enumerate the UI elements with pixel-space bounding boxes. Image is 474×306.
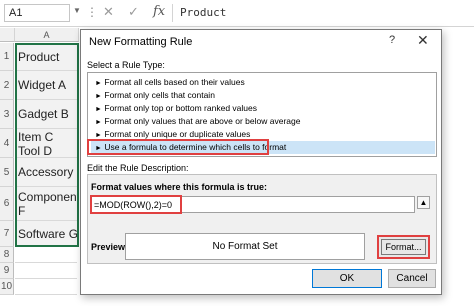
column-header-a[interactable]: A bbox=[15, 28, 79, 42]
formula-input[interactable]: =MOD(ROW(),2)=0 bbox=[90, 195, 182, 214]
select-all-corner[interactable] bbox=[0, 28, 15, 42]
preview-label: Preview: bbox=[91, 242, 129, 252]
collapse-dialog-icon[interactable]: ▲ bbox=[417, 196, 430, 209]
row-header[interactable]: 4 bbox=[0, 129, 14, 158]
rule-type-label: Format all cells based on their values bbox=[104, 77, 245, 87]
row-header[interactable]: 6 bbox=[0, 187, 14, 221]
rule-type-label: Format only values that are above or bel… bbox=[104, 116, 301, 126]
highlight-box bbox=[87, 139, 269, 155]
cell-a8[interactable] bbox=[15, 247, 77, 263]
row-header[interactable]: 3 bbox=[0, 100, 14, 129]
formula-label: Format values where this formula is true… bbox=[91, 182, 268, 192]
cancel-entry-icon[interactable]: ✕ bbox=[103, 4, 114, 20]
selection-range bbox=[15, 43, 79, 247]
row-header[interactable]: 8 bbox=[0, 247, 14, 263]
formula-content[interactable]: Product bbox=[180, 6, 226, 19]
new-formatting-rule-dialog: New Formatting Rule ? ✕ Select a Rule Ty… bbox=[80, 29, 442, 295]
preview-box: No Format Set bbox=[125, 233, 365, 260]
help-icon[interactable]: ? bbox=[389, 34, 395, 46]
rule-type-label: Format only unique or duplicate values bbox=[104, 129, 251, 139]
formula-bar-divider bbox=[172, 4, 173, 22]
format-button-label: Format... bbox=[381, 239, 426, 255]
formula-input-rest[interactable] bbox=[182, 196, 415, 213]
row-header[interactable]: 5 bbox=[0, 158, 14, 187]
rule-type-item[interactable]: ► Format all cells based on their values bbox=[91, 76, 435, 89]
rule-type-item[interactable]: ► Format only values that are above or b… bbox=[91, 115, 435, 128]
row-header[interactable]: 9 bbox=[0, 263, 14, 279]
rule-type-label: Format only top or bottom ranked values bbox=[104, 103, 257, 113]
rule-type-label: Format only cells that contain bbox=[104, 90, 215, 100]
format-button[interactable]: Format... bbox=[377, 235, 430, 259]
row-header[interactable]: 7 bbox=[0, 221, 14, 247]
formula-bar: A1 ▼ ⋮ ✕ ✓ fx Product bbox=[0, 0, 474, 27]
cell-a9[interactable] bbox=[15, 263, 77, 279]
cancel-button[interactable]: Cancel bbox=[388, 269, 436, 288]
rule-type-item[interactable]: ► Format only top or bottom ranked value… bbox=[91, 102, 435, 115]
row-header[interactable]: 10 bbox=[0, 279, 14, 295]
row-header[interactable]: 1 bbox=[0, 43, 14, 71]
dialog-title: New Formatting Rule bbox=[89, 36, 193, 48]
cell-a10[interactable] bbox=[15, 279, 77, 295]
rule-type-item[interactable]: ► Format only cells that contain bbox=[91, 89, 435, 102]
insert-function-icon[interactable]: fx bbox=[153, 4, 165, 19]
close-icon[interactable]: ✕ bbox=[417, 32, 429, 49]
ok-button[interactable]: OK bbox=[312, 269, 382, 288]
more-options-icon[interactable]: ⋮ bbox=[86, 5, 98, 19]
edit-rule-label: Edit the Rule Description: bbox=[87, 163, 189, 173]
select-rule-type-label: Select a Rule Type: bbox=[87, 60, 165, 70]
name-box[interactable]: A1 bbox=[4, 4, 70, 22]
chevron-down-icon[interactable]: ▼ bbox=[73, 6, 81, 15]
confirm-entry-icon[interactable]: ✓ bbox=[128, 4, 139, 20]
row-header[interactable]: 2 bbox=[0, 71, 14, 100]
